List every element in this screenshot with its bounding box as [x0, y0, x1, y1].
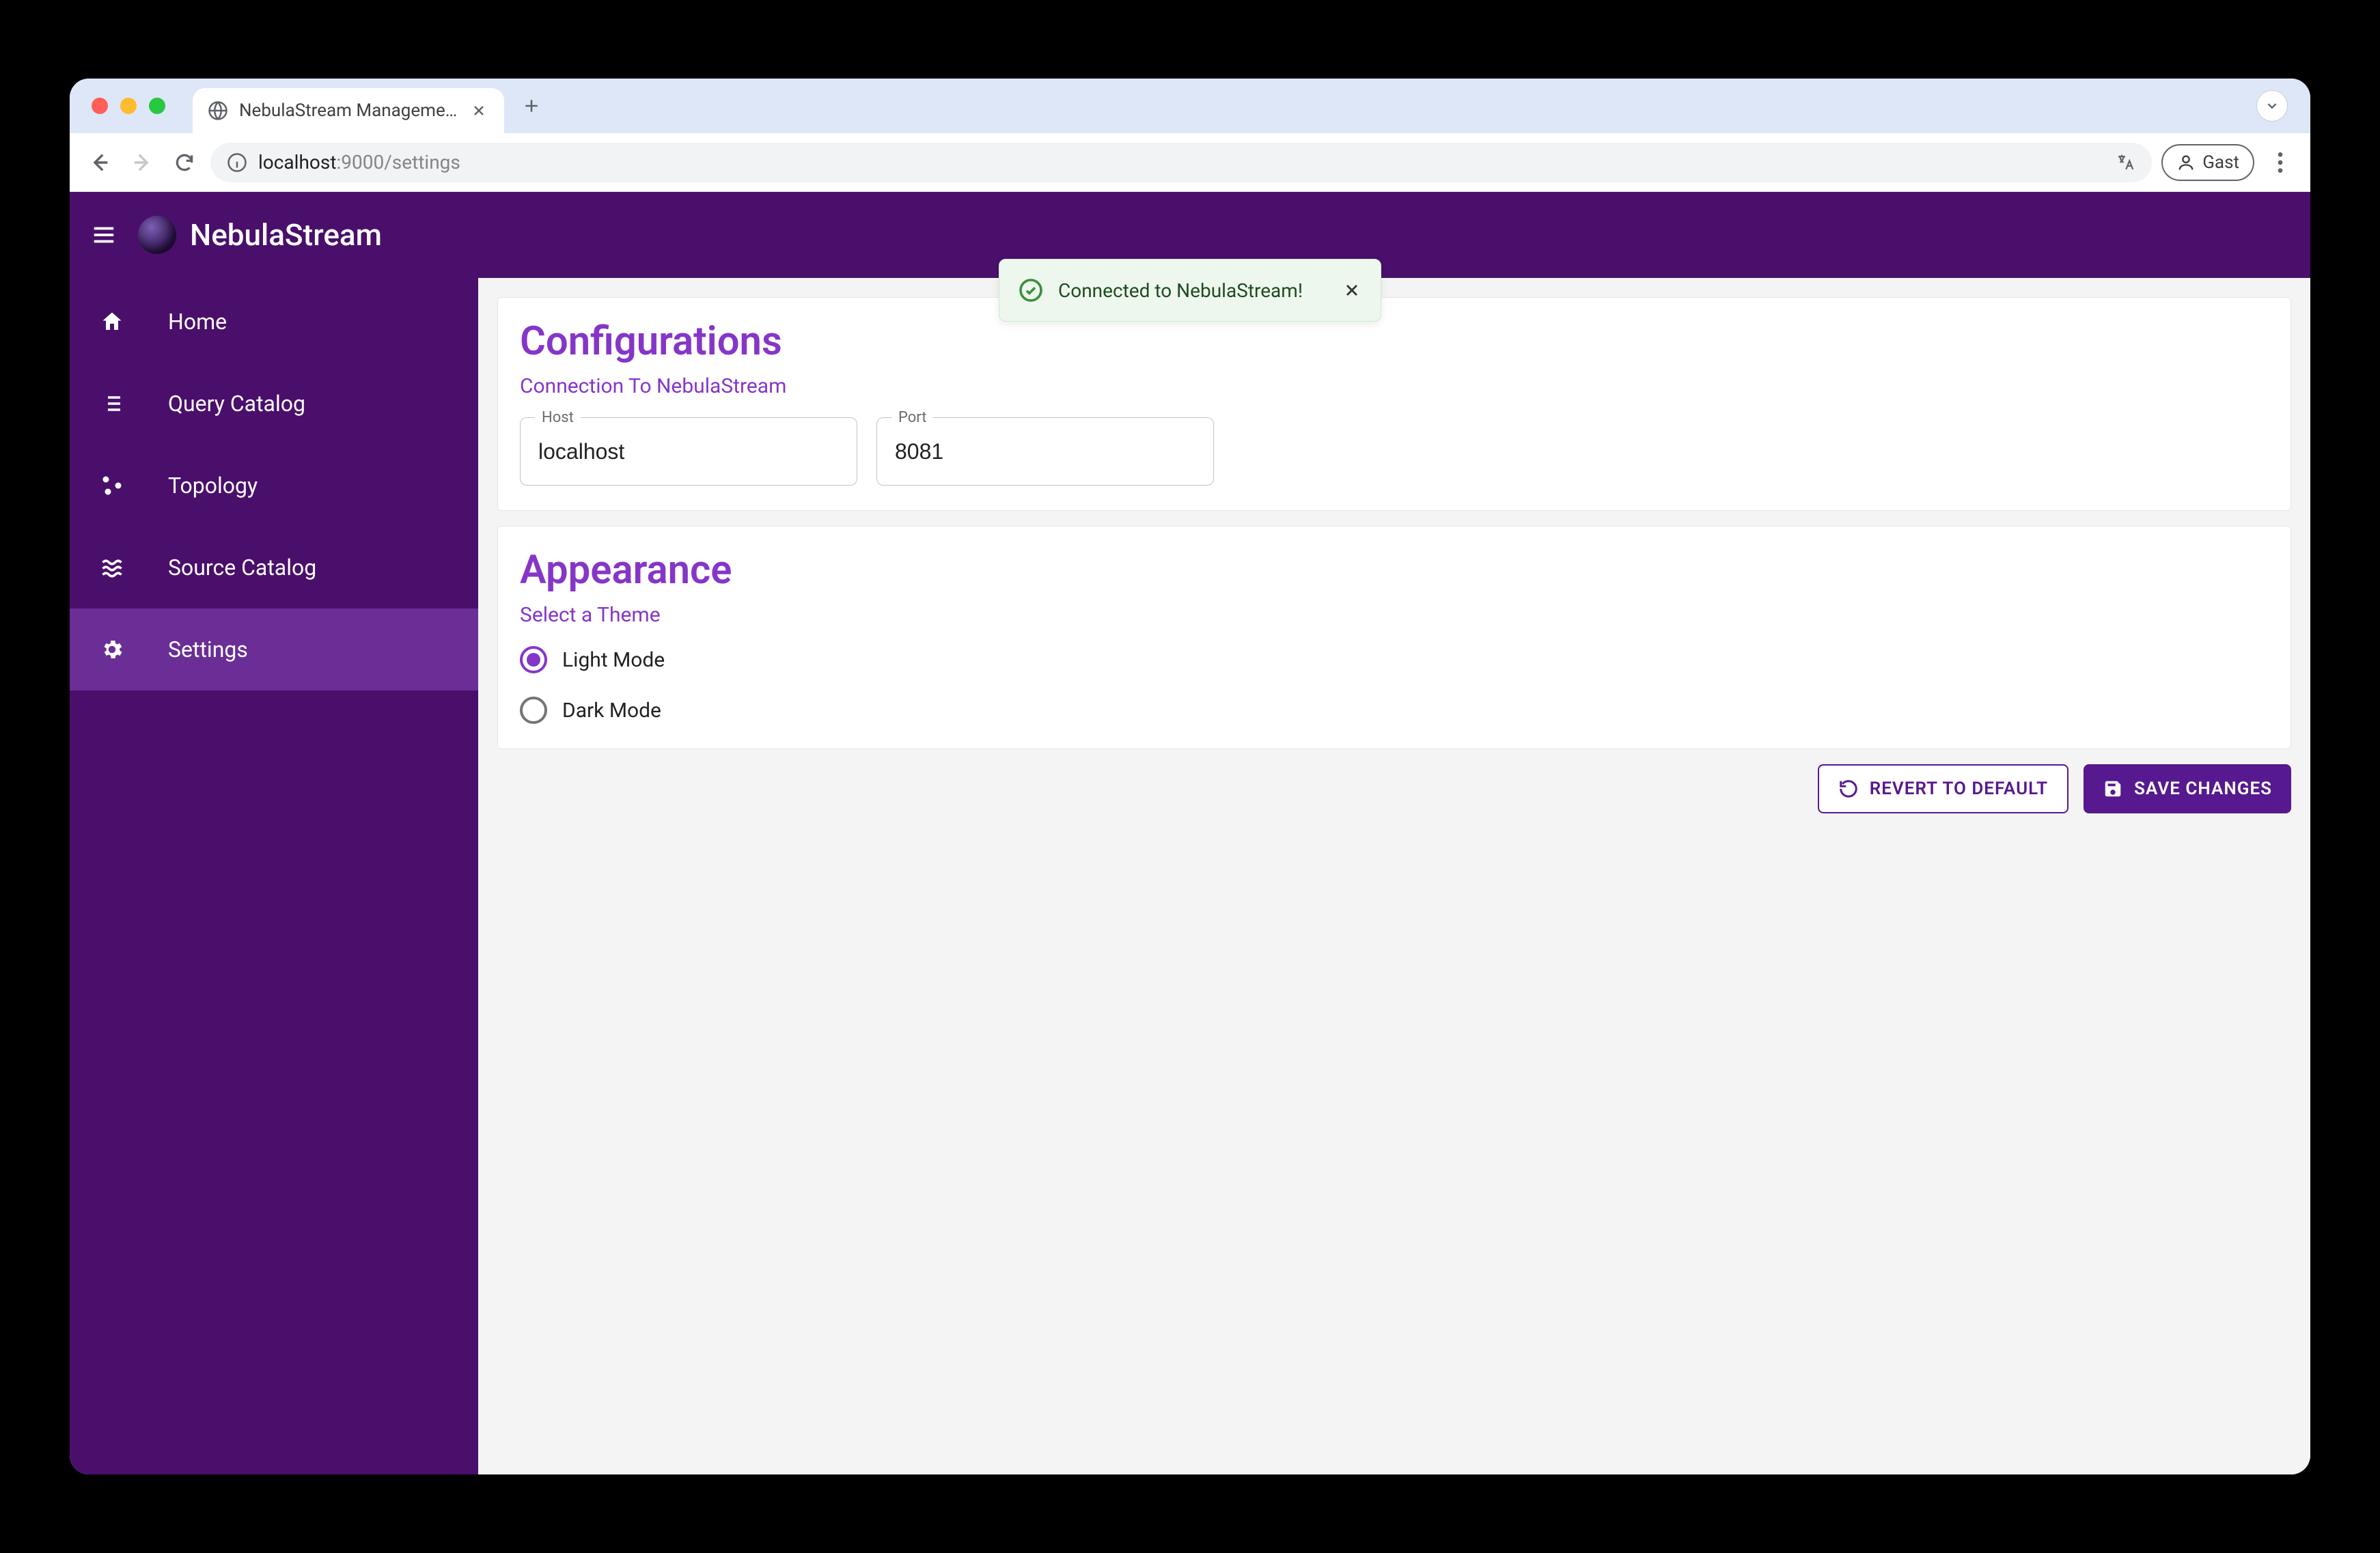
profile-chip[interactable]: Gast: [2161, 144, 2254, 181]
sidebar-item-label: Source Catalog: [168, 555, 316, 580]
gear-icon: [97, 637, 127, 662]
configurations-card: Configurations Connection To NebulaStrea…: [497, 297, 2291, 511]
waves-icon: [97, 555, 127, 580]
check-circle-icon: [1019, 278, 1043, 303]
reload-button[interactable]: [168, 146, 201, 179]
revert-label: REVERT TO DEFAULT: [1870, 779, 2048, 799]
app-body: Home Query Catalog Topology: [70, 278, 2310, 1474]
sidebar-item-label: Home: [168, 309, 227, 335]
port-field-wrapper: Port: [876, 417, 1214, 486]
host-label: Host: [535, 409, 581, 426]
translate-icon[interactable]: [2115, 152, 2135, 173]
radio-label: Dark Mode: [562, 699, 661, 723]
home-icon: [97, 309, 127, 334]
appearance-card: Appearance Select a Theme Light Mode Dar…: [497, 526, 2291, 749]
maximize-window-button[interactable]: [149, 98, 165, 114]
list-icon: [97, 391, 127, 416]
new-tab-button[interactable]: [518, 92, 545, 120]
radio-label: Light Mode: [562, 648, 665, 672]
profile-label: Gast: [2202, 152, 2239, 173]
theme-radio-group: Light Mode Dark Mode: [520, 646, 2269, 724]
tab-strip: NebulaStream Management U: [70, 79, 2310, 133]
save-label: SAVE CHANGES: [2134, 779, 2272, 799]
sidebar-item-source-catalog[interactable]: Source Catalog: [70, 527, 478, 608]
browser-toolbar: localhost:9000/settings Gast: [70, 133, 2310, 192]
back-button[interactable]: [83, 146, 116, 179]
theme-option-light[interactable]: Light Mode: [520, 646, 2269, 673]
content: Configurations Connection To NebulaStrea…: [478, 278, 2310, 1474]
revert-button[interactable]: REVERT TO DEFAULT: [1818, 764, 2068, 813]
close-window-button[interactable]: [92, 98, 108, 114]
select-theme-label: Select a Theme: [520, 603, 2269, 627]
url-host: localhost: [258, 151, 336, 173]
browser-window: NebulaStream Management U: [70, 79, 2310, 1474]
window-controls: [82, 98, 175, 114]
connection-fields: Host Port: [520, 417, 2269, 486]
sidebar-item-label: Topology: [168, 473, 258, 499]
sidebar-item-label: Settings: [168, 636, 248, 662]
sidebar: Home Query Catalog Topology: [70, 278, 478, 1474]
sidebar-item-query-catalog[interactable]: Query Catalog: [70, 363, 478, 445]
brand-title: NebulaStream: [190, 217, 382, 253]
host-input[interactable]: [520, 417, 857, 486]
browser-menu-button[interactable]: [2264, 146, 2297, 179]
address-bar[interactable]: localhost:9000/settings: [210, 143, 2152, 182]
sidebar-item-settings[interactable]: Settings: [70, 608, 478, 690]
port-label: Port: [891, 409, 933, 426]
theme-option-dark[interactable]: Dark Mode: [520, 697, 2269, 724]
radio-icon: [520, 697, 547, 724]
globe-icon: [208, 100, 228, 121]
toast-message: Connected to NebulaStream!: [1058, 279, 1303, 302]
radio-icon: [520, 646, 547, 673]
toast-success: Connected to NebulaStream!: [999, 259, 1381, 322]
close-tab-button[interactable]: [469, 100, 489, 121]
sidebar-item-home[interactable]: Home: [70, 281, 478, 363]
brand-logo: [138, 216, 176, 254]
forward-button[interactable]: [126, 146, 158, 179]
minimize-window-button[interactable]: [120, 98, 137, 114]
configurations-title: Configurations: [520, 318, 2269, 365]
toast-close-button[interactable]: [1342, 281, 1361, 300]
host-field-wrapper: Host: [520, 417, 857, 486]
port-input[interactable]: [876, 417, 1214, 486]
tab-search-button[interactable]: [2257, 91, 2287, 121]
save-button[interactable]: SAVE CHANGES: [2084, 764, 2291, 813]
sidebar-item-label: Query Catalog: [168, 391, 305, 417]
url-text: localhost:9000/settings: [258, 151, 460, 173]
url-path: :9000/settings: [336, 151, 460, 173]
info-icon: [227, 152, 247, 173]
connection-subtitle: Connection To NebulaStream: [520, 374, 2269, 398]
sidebar-item-topology[interactable]: Topology: [70, 445, 478, 527]
action-row: REVERT TO DEFAULT SAVE CHANGES: [497, 764, 2291, 813]
nodes-icon: [97, 473, 127, 498]
save-icon: [2103, 779, 2123, 799]
tab-title: NebulaStream Management U: [239, 100, 458, 121]
restore-icon: [1838, 779, 1859, 799]
brand[interactable]: NebulaStream: [138, 216, 382, 254]
browser-tab[interactable]: NebulaStream Management U: [193, 88, 504, 133]
app-root: NebulaStream Connected to NebulaStream! …: [70, 192, 2310, 1474]
appearance-title: Appearance: [520, 547, 2269, 593]
menu-toggle-button[interactable]: [85, 216, 123, 254]
